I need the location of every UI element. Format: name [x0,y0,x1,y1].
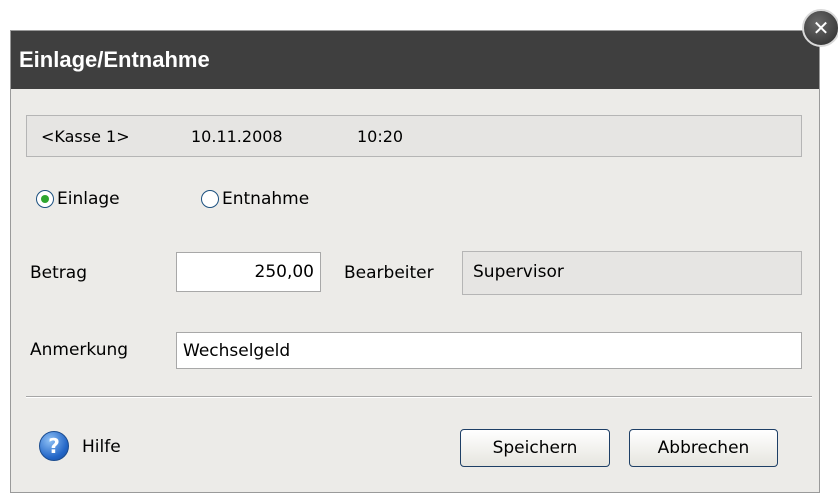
time-text: 10:20 [357,127,404,146]
radio-einlage[interactable]: Einlage [36,189,120,209]
amount-label: Betrag [30,263,87,283]
date-text: 10.11.2008 [191,127,283,146]
save-button[interactable]: Speichern [460,429,610,467]
note-label: Anmerkung [30,340,129,360]
radio-checked-icon [36,190,54,208]
radio-entnahme-label: Entnahme [222,189,310,209]
amount-input[interactable] [176,252,321,292]
help-icon[interactable]: ? [39,431,69,461]
radio-einlage-label: Einlage [57,189,120,209]
close-icon[interactable]: ✕ [802,9,838,47]
register-name: <Kasse 1> [41,127,130,146]
help-label[interactable]: Hilfe [82,437,121,457]
cancel-button[interactable]: Abbrechen [629,429,778,467]
radio-entnahme[interactable]: Entnahme [201,189,309,209]
operator-label: Bearbeiter [344,263,434,283]
note-input[interactable] [176,332,802,369]
radio-unchecked-icon [201,190,219,208]
footer-divider [26,396,812,398]
dialog-title: Einlage/Entnahme [11,31,819,89]
info-bar: <Kasse 1> 10.11.2008 10:20 [26,115,802,157]
operator-field: Supervisor [462,251,802,295]
